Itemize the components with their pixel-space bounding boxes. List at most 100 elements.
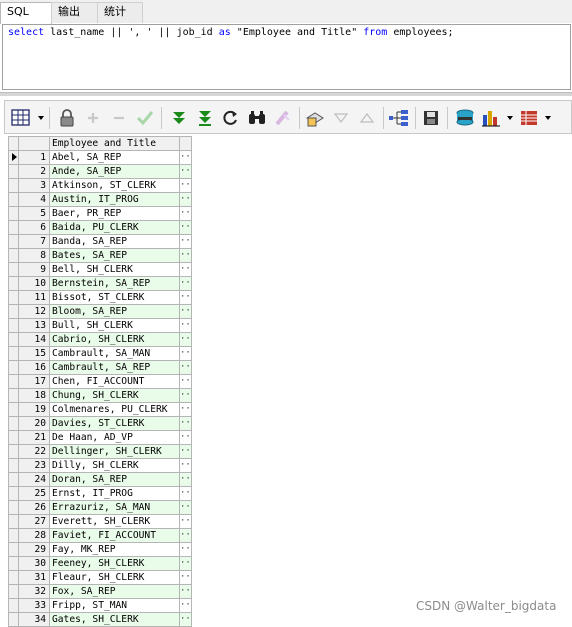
cell-edit-button[interactable]: ···	[179, 374, 192, 389]
query-by-example-icon[interactable]	[305, 108, 325, 128]
cell-edit-button[interactable]: ···	[179, 290, 192, 305]
table-row[interactable]: 22Dellinger, SH_CLERK···	[8, 444, 192, 459]
row-indicator[interactable]	[8, 304, 19, 319]
table-row[interactable]: 3Atkinson, ST_CLERK···	[8, 178, 192, 193]
cell-employee-and-title[interactable]: Errazuriz, SA_MAN	[49, 500, 180, 515]
save-icon[interactable]	[421, 108, 441, 128]
cell-edit-button[interactable]: ···	[179, 318, 192, 333]
table-row[interactable]: 14Cabrio, SH_CLERK···	[8, 332, 192, 347]
table-row[interactable]: 12Bloom, SA_REP···	[8, 304, 192, 319]
cell-edit-button[interactable]: ···	[179, 248, 192, 263]
cell-employee-and-title[interactable]: Dilly, SH_CLERK	[49, 458, 180, 473]
row-number[interactable]: 11	[18, 290, 50, 305]
chevron-down-icon[interactable]	[38, 116, 44, 120]
cell-employee-and-title[interactable]: Chung, SH_CLERK	[49, 388, 180, 403]
cell-employee-and-title[interactable]: Ande, SA_REP	[49, 164, 180, 179]
table-row[interactable]: 4Austin, IT_PROG···	[8, 192, 192, 207]
cell-employee-and-title[interactable]: Feeney, SH_CLERK	[49, 556, 180, 571]
table-row[interactable]: 10Bernstein, SA_REP···	[8, 276, 192, 291]
table-row[interactable]: 19Colmenares, PU_CLERK···	[8, 402, 192, 417]
cell-edit-button[interactable]: ···	[179, 528, 192, 543]
row-indicator[interactable]	[8, 458, 19, 473]
tab-output[interactable]: 输出	[51, 2, 98, 23]
grid-options-icon[interactable]	[519, 108, 539, 128]
cell-edit-button[interactable]: ···	[179, 458, 192, 473]
row-indicator[interactable]	[8, 318, 19, 333]
row-indicator[interactable]	[8, 500, 19, 515]
table-row[interactable]: 16Cambrault, SA_REP···	[8, 360, 192, 375]
cell-edit-button[interactable]: ···	[179, 206, 192, 221]
table-row[interactable]: 2Ande, SA_REP···	[8, 164, 192, 179]
cell-employee-and-title[interactable]: Colmenares, PU_CLERK	[49, 402, 180, 417]
row-number[interactable]: 18	[18, 388, 50, 403]
row-number[interactable]: 6	[18, 220, 50, 235]
table-row[interactable]: 6Baida, PU_CLERK···	[8, 220, 192, 235]
table-row[interactable]: 33Fripp, ST_MAN···	[8, 598, 192, 613]
cell-employee-and-title[interactable]: Bloom, SA_REP	[49, 304, 180, 319]
cell-edit-button[interactable]: ···	[179, 472, 192, 487]
cell-employee-and-title[interactable]: Bates, SA_REP	[49, 248, 180, 263]
row-number[interactable]: 25	[18, 486, 50, 501]
row-indicator[interactable]	[8, 346, 19, 361]
cell-employee-and-title[interactable]: Bull, SH_CLERK	[49, 318, 180, 333]
cell-employee-and-title[interactable]: Banda, SA_REP	[49, 234, 180, 249]
cell-employee-and-title[interactable]: Ernst, IT_PROG	[49, 486, 180, 501]
table-row[interactable]: 23Dilly, SH_CLERK···	[8, 458, 192, 473]
row-indicator[interactable]	[8, 514, 19, 529]
cell-employee-and-title[interactable]: De Haan, AD_VP	[49, 430, 180, 445]
table-row[interactable]: 27Everett, SH_CLERK···	[8, 514, 192, 529]
table-row[interactable]: 30Feeney, SH_CLERK···	[8, 556, 192, 571]
export-icon[interactable]	[455, 108, 475, 128]
row-indicator[interactable]	[8, 178, 19, 193]
cell-employee-and-title[interactable]: Chen, FI_ACCOUNT	[49, 374, 180, 389]
row-indicator[interactable]	[8, 276, 19, 291]
cell-edit-button[interactable]: ···	[179, 416, 192, 431]
row-indicator[interactable]	[8, 444, 19, 459]
cell-edit-button[interactable]: ···	[179, 486, 192, 501]
table-row[interactable]: 1Abel, SA_REP···	[8, 150, 192, 165]
lock-icon[interactable]	[57, 108, 77, 128]
row-number[interactable]: 16	[18, 360, 50, 375]
table-row[interactable]: 18Chung, SH_CLERK···	[8, 388, 192, 403]
sql-editor[interactable]: select last_name || ', ' || job_id as "E…	[2, 24, 571, 90]
cell-edit-button[interactable]: ···	[179, 164, 192, 179]
cell-employee-and-title[interactable]: Everett, SH_CLERK	[49, 514, 180, 529]
row-number[interactable]: 23	[18, 458, 50, 473]
table-row[interactable]: 17Chen, FI_ACCOUNT···	[8, 374, 192, 389]
row-indicator[interactable]	[8, 262, 19, 277]
cell-edit-button[interactable]: ···	[179, 332, 192, 347]
cell-employee-and-title[interactable]: Cambrault, SA_REP	[49, 360, 180, 375]
row-number[interactable]: 21	[18, 430, 50, 445]
cell-edit-button[interactable]: ···	[179, 234, 192, 249]
row-number[interactable]: 29	[18, 542, 50, 557]
row-indicator[interactable]	[8, 290, 19, 305]
row-number[interactable]: 20	[18, 416, 50, 431]
cell-employee-and-title[interactable]: Austin, IT_PROG	[49, 192, 180, 207]
cell-edit-button[interactable]: ···	[179, 542, 192, 557]
row-indicator[interactable]	[8, 556, 19, 571]
table-row[interactable]: 24Doran, SA_REP···	[8, 472, 192, 487]
grid-layout-icon[interactable]	[11, 108, 31, 128]
cell-edit-button[interactable]: ···	[179, 304, 192, 319]
chevron-down-icon[interactable]	[507, 116, 513, 120]
cell-employee-and-title[interactable]: Bell, SH_CLERK	[49, 262, 180, 277]
cell-employee-and-title[interactable]: Gates, SH_CLERK	[49, 612, 180, 627]
row-number[interactable]: 14	[18, 332, 50, 347]
row-number[interactable]: 2	[18, 164, 50, 179]
table-row[interactable]: 11Bissot, ST_CLERK···	[8, 290, 192, 305]
row-number[interactable]: 13	[18, 318, 50, 333]
row-indicator[interactable]	[8, 164, 19, 179]
cell-edit-button[interactable]: ···	[179, 570, 192, 585]
delete-row-icon[interactable]	[109, 108, 129, 128]
cell-edit-button[interactable]: ···	[179, 430, 192, 445]
row-indicator[interactable]	[8, 612, 19, 627]
cell-employee-and-title[interactable]: Cambrault, SA_MAN	[49, 346, 180, 361]
cell-edit-button[interactable]: ···	[179, 220, 192, 235]
row-number[interactable]: 10	[18, 276, 50, 291]
cell-employee-and-title[interactable]: Fripp, ST_MAN	[49, 598, 180, 613]
column-header-employee-and-title[interactable]: Employee and Title	[49, 136, 180, 151]
table-row[interactable]: 28Faviet, FI_ACCOUNT···	[8, 528, 192, 543]
row-indicator[interactable]	[8, 570, 19, 585]
splitter[interactable]	[0, 92, 572, 96]
cell-edit-button[interactable]: ···	[179, 178, 192, 193]
